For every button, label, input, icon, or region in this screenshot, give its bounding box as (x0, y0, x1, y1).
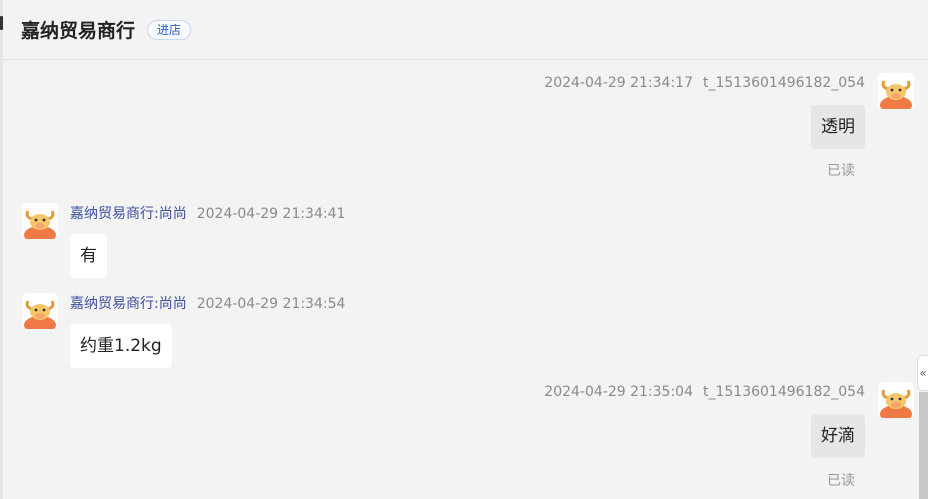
message-meta: 嘉纳贸易商行:尚尚 2024-04-29 21:34:54 (70, 293, 345, 313)
message-bubble-outgoing: 透明 (811, 105, 865, 149)
user-avatar (878, 382, 914, 418)
collapse-panel-button[interactable]: « (917, 355, 928, 391)
bull-avatar-icon (878, 73, 914, 109)
message-bubble-outgoing: 好滴 (811, 414, 865, 458)
message-meta: 嘉纳贸易商行:尚尚 2024-04-29 21:34:41 (70, 203, 345, 223)
enter-shop-button[interactable]: 进店 (147, 19, 192, 40)
message-bubble-incoming: 有 (70, 234, 107, 278)
bull-avatar-icon (22, 203, 58, 239)
user-avatar (878, 73, 914, 109)
read-status: 已读 (827, 473, 855, 489)
message-text: 有 (70, 234, 107, 278)
message-meta: 2024-04-29 21:34:17 t_1513601496182_054 (544, 75, 865, 91)
message-time: 2024-04-29 21:34:17 (544, 75, 693, 91)
message-time: 2024-04-29 21:34:41 (196, 206, 346, 222)
bull-avatar-icon (22, 293, 58, 329)
user-id: t_1513601496182_054 (702, 384, 865, 400)
chat-header: 嘉纳贸易商行 进店 (3, 0, 928, 60)
shop-name: 嘉纳贸易商行 (21, 20, 136, 42)
message-meta: 2024-04-29 21:35:04 t_1513601496182_054 (544, 384, 865, 400)
message-time: 2024-04-29 21:34:54 (196, 296, 346, 312)
sender-name: 嘉纳贸易商行:尚尚 (70, 206, 187, 222)
double-chevron-left-icon: « (919, 366, 927, 380)
sender-name: 嘉纳贸易商行:尚尚 (70, 296, 187, 312)
seller-avatar (22, 293, 58, 329)
scrollbar-thumb[interactable] (919, 392, 928, 499)
left-edge (0, 0, 3, 499)
user-id: t_1513601496182_054 (702, 75, 865, 91)
message-text: 透明 (811, 105, 865, 149)
message-text: 约重1.2kg (70, 324, 172, 368)
read-status: 已读 (827, 163, 855, 179)
message-bubble-incoming: 约重1.2kg (70, 324, 172, 368)
message-text: 好滴 (811, 414, 865, 458)
seller-avatar (22, 203, 58, 239)
bull-avatar-icon (878, 382, 914, 418)
message-time: 2024-04-29 21:35:04 (544, 384, 693, 400)
